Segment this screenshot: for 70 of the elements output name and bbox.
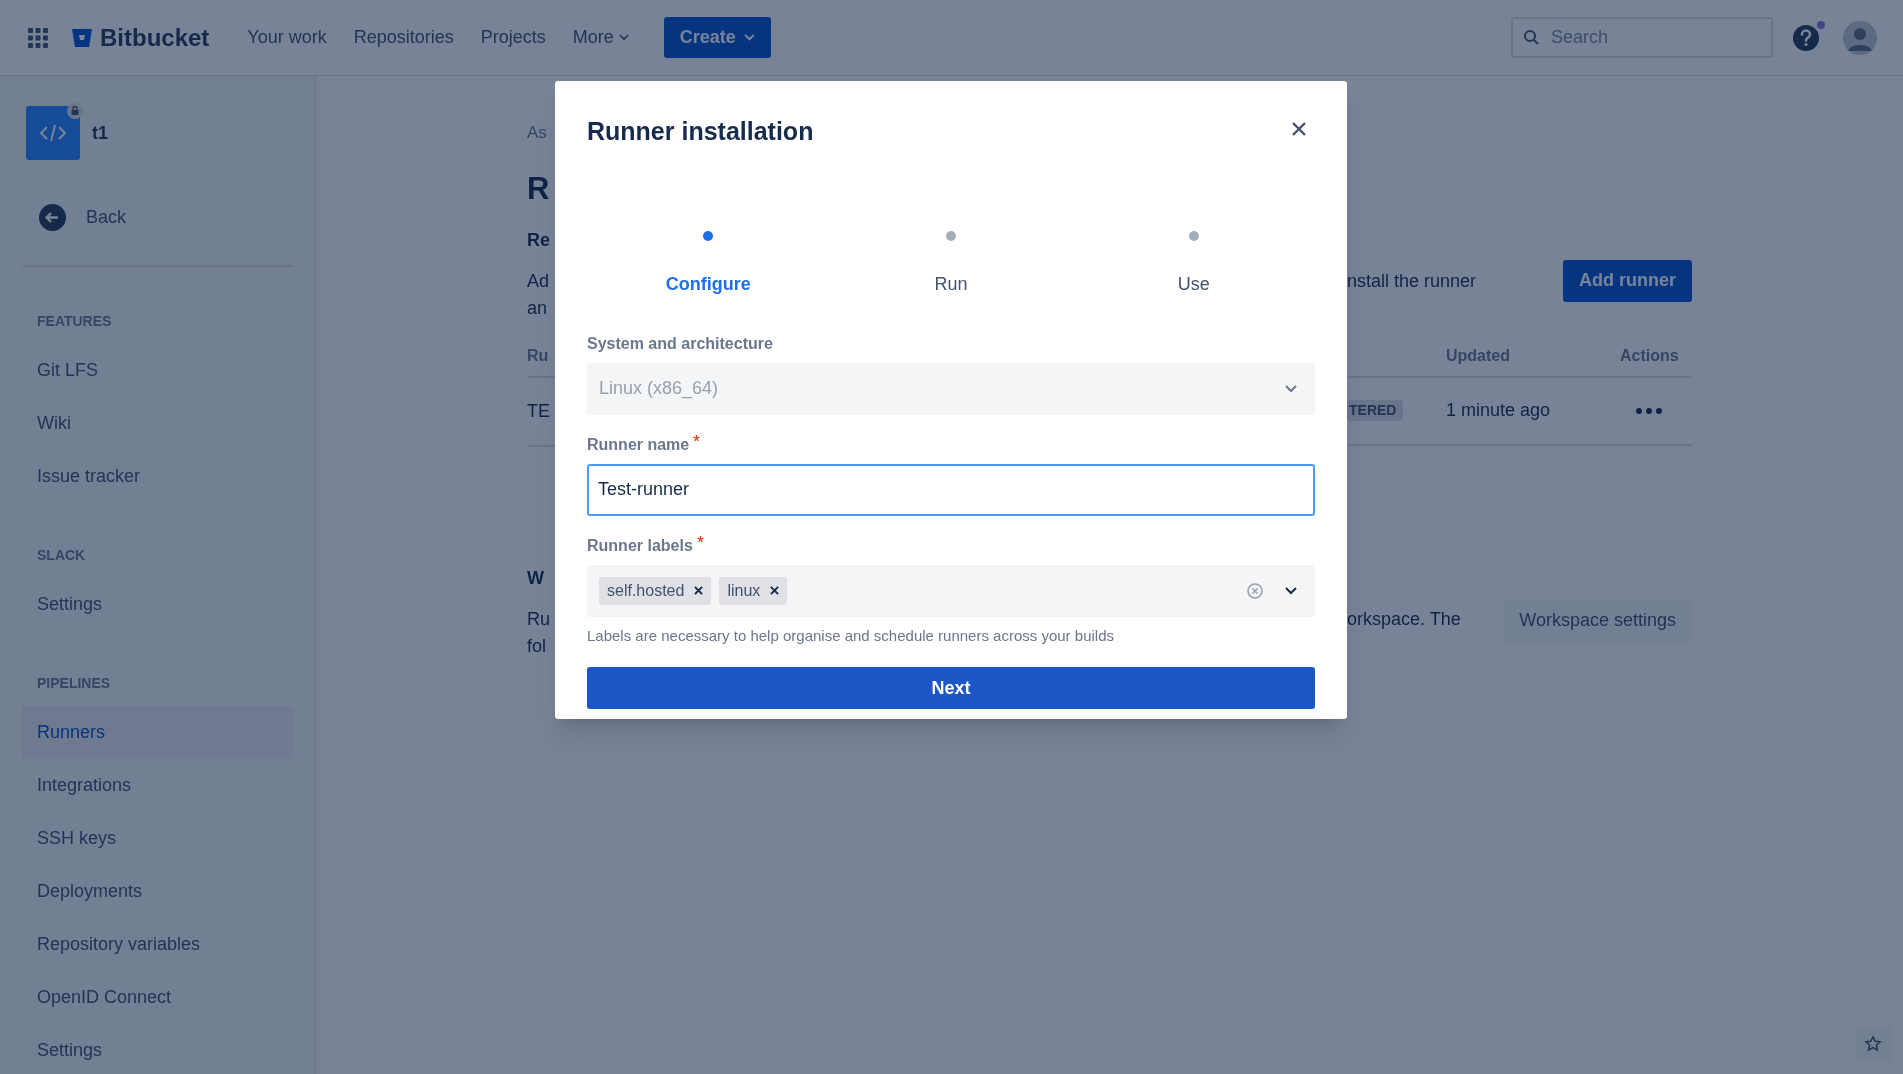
clear-icon[interactable] [1247, 582, 1263, 599]
add-runner-button[interactable]: Add runner [1563, 259, 1692, 302]
description-text: orkspace. The [1347, 607, 1461, 631]
product-name[interactable]: Bitbucket [100, 19, 210, 56]
remove-icon[interactable] [694, 586, 704, 595]
create-button[interactable]: Create [663, 17, 771, 58]
section-heading: Re [527, 228, 551, 252]
breadcrumb[interactable]: As [527, 120, 555, 150]
section-heading: PIPELINES [36, 674, 112, 693]
description-text: Ad [527, 269, 551, 293]
help-icon[interactable] [1791, 22, 1821, 53]
step-label[interactable]: Run [934, 270, 968, 298]
runner-labels-field[interactable]: self.hosted linux [587, 564, 1315, 617]
sidebar-item[interactable]: Deployments [22, 865, 293, 918]
description-text: fol [527, 634, 547, 658]
label-tag[interactable]: self.hosted [599, 576, 712, 605]
sidebar-item[interactable]: Settings [22, 578, 293, 631]
repository-name[interactable]: t1 [92, 119, 108, 147]
modal-title: Runner installation [587, 116, 814, 147]
status-badge: TERED [1347, 400, 1403, 421]
more-menu[interactable]: More [572, 24, 629, 51]
sidebar-item[interactable]: SSH keys [22, 812, 293, 865]
more-actions-icon[interactable] [1636, 407, 1662, 414]
field-label: Runner labels [587, 533, 1315, 558]
chevron-down-icon[interactable] [1285, 586, 1297, 595]
remove-icon[interactable] [770, 586, 780, 595]
field-label: Runner name [587, 432, 1315, 457]
step-label[interactable]: Configure [665, 270, 751, 298]
next-button[interactable]: Next [587, 667, 1315, 709]
chevron-down-icon [618, 34, 629, 41]
repository-avatar[interactable] [26, 106, 80, 160]
section-heading: W [527, 566, 545, 590]
page-title: R [527, 170, 551, 208]
sidebar-item[interactable]: Settings [22, 1024, 293, 1074]
column-header: Updated [1446, 345, 1511, 366]
app-switcher-icon[interactable] [26, 25, 50, 50]
table-cell-text: 1 minute ago [1446, 399, 1552, 422]
sidebar-item[interactable]: Integrations [22, 759, 293, 812]
column-header: Actions [1620, 345, 1679, 366]
search-icon [1523, 29, 1539, 45]
avatar[interactable] [1843, 20, 1877, 55]
section-heading: FEATURES [36, 312, 113, 331]
back-link[interactable]: Back [39, 204, 293, 231]
label-tag[interactable]: linux [719, 576, 788, 605]
field-label: System and architecture [587, 333, 774, 354]
chevron-down-icon [1285, 384, 1297, 393]
lock-icon [67, 103, 83, 119]
close-icon[interactable] [1291, 121, 1307, 137]
step-label[interactable]: Use [1177, 270, 1210, 298]
nav-link[interactable]: Repositories [353, 24, 454, 51]
description-text: an [527, 296, 549, 320]
description-text: Ru [527, 607, 551, 631]
sidebar-item[interactable]: Wiki [22, 397, 293, 450]
sidebar-item[interactable]: OpenID Connect [22, 971, 293, 1024]
chevron-down-icon [743, 34, 755, 41]
description-text: nstall the runner [1347, 269, 1477, 293]
nav-link[interactable]: Projects [480, 24, 546, 51]
workspace-settings-button[interactable]: Workspace settings [1503, 599, 1692, 642]
star-icon [1864, 1035, 1882, 1053]
section-heading: SLACK [36, 546, 87, 565]
sidebar-item[interactable]: Repository variables [22, 918, 293, 971]
helper-text: Labels are necessary to help organise and schedule runners across your builds [587, 625, 1115, 646]
sidebar-item[interactable]: Issue tracker [22, 450, 293, 503]
nav-link[interactable]: Your work [247, 24, 327, 51]
star-button[interactable] [1855, 1026, 1891, 1062]
sidebar-item[interactable]: Git LFS [22, 344, 293, 397]
code-icon [39, 124, 67, 142]
search-field[interactable]: Search [1511, 17, 1773, 58]
sidebar-item[interactable]: Runners [22, 706, 293, 759]
runner-name-field[interactable]: Test-runner [587, 463, 1315, 516]
